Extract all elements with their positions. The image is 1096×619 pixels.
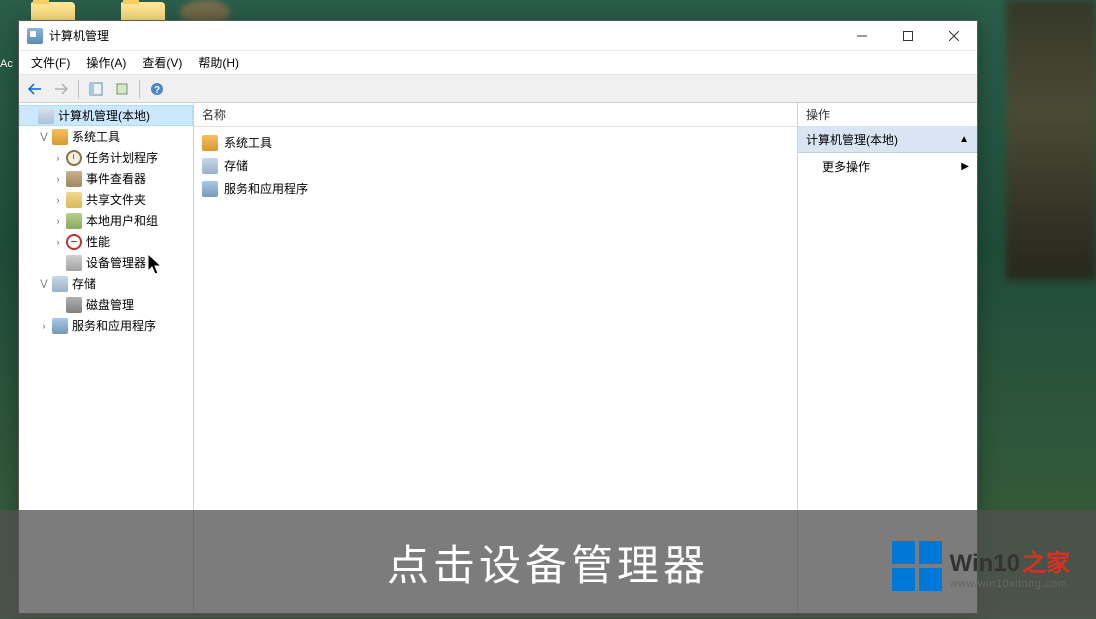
- actions-more-label: 更多操作: [822, 158, 870, 175]
- tree-label: 性能: [86, 233, 110, 250]
- tree-label: 本地用户和组: [86, 212, 158, 229]
- services-icon: [202, 181, 218, 197]
- nav-forward-button[interactable]: [49, 78, 73, 100]
- expander-icon[interactable]: ›: [51, 214, 65, 228]
- list-column-header[interactable]: 名称: [194, 103, 797, 127]
- performance-icon: [66, 234, 82, 250]
- expander-icon[interactable]: ›: [51, 151, 65, 165]
- expander-icon[interactable]: ›: [51, 172, 65, 186]
- users-icon: [66, 213, 82, 229]
- menu-view[interactable]: 查看(V): [134, 52, 190, 73]
- storage-icon: [202, 158, 218, 174]
- actions-header: 操作: [798, 103, 977, 127]
- list-item[interactable]: 系统工具: [194, 131, 797, 154]
- collapse-icon: ▲: [959, 134, 969, 145]
- menubar: 文件(F) 操作(A) 查看(V) 帮助(H): [19, 51, 977, 75]
- tree-device-manager[interactable]: 设备管理器: [19, 252, 193, 273]
- event-icon: [66, 171, 82, 187]
- tree-event-viewer[interactable]: › 事件查看器: [19, 168, 193, 189]
- tree-services-apps[interactable]: › 服务和应用程序: [19, 315, 193, 336]
- device-icon: [66, 255, 82, 271]
- close-button[interactable]: [931, 21, 977, 51]
- titlebar[interactable]: 计算机管理: [19, 21, 977, 51]
- watermark: Win10 之家 www.win10xitong.com: [892, 541, 1070, 591]
- watermark-title-2: 之家: [1022, 543, 1070, 578]
- tree-label: 服务和应用程序: [72, 317, 156, 334]
- maximize-button[interactable]: [885, 21, 931, 51]
- expander-icon[interactable]: ›: [37, 319, 51, 333]
- window-title: 计算机管理: [49, 27, 839, 44]
- watermark-title-1: Win10: [950, 550, 1020, 578]
- tree-performance[interactable]: › 性能: [19, 231, 193, 252]
- minimize-button[interactable]: [839, 21, 885, 51]
- expander-icon[interactable]: ⋁: [37, 130, 51, 144]
- tree-label: 设备管理器: [86, 254, 146, 271]
- properties-button[interactable]: [110, 78, 134, 100]
- caption-text: 点击设备管理器: [387, 532, 709, 593]
- computer-icon: [38, 108, 54, 124]
- toolbar: ?: [19, 75, 977, 103]
- expander-icon[interactable]: ⋁: [37, 277, 51, 291]
- tree-disk-management[interactable]: 磁盘管理: [19, 294, 193, 315]
- menu-file[interactable]: 文件(F): [23, 52, 78, 73]
- list-item[interactable]: 存储: [194, 154, 797, 177]
- list-item-label: 存储: [224, 157, 248, 174]
- expander-icon[interactable]: ›: [51, 235, 65, 249]
- expander-icon[interactable]: ›: [51, 193, 65, 207]
- disk-icon: [66, 297, 82, 313]
- services-icon: [52, 318, 68, 334]
- menu-action[interactable]: 操作(A): [78, 52, 134, 73]
- actions-section[interactable]: 计算机管理(本地) ▲: [798, 127, 977, 153]
- tree-label: 共享文件夹: [86, 191, 146, 208]
- menu-help[interactable]: 帮助(H): [190, 52, 247, 73]
- actions-more-item[interactable]: 更多操作 ▶: [798, 153, 977, 180]
- tree-root-label: 计算机管理(本地): [58, 107, 150, 124]
- toolbox-icon: [52, 129, 68, 145]
- tree-root[interactable]: 计算机管理(本地): [19, 105, 193, 126]
- list-item-label: 服务和应用程序: [224, 180, 308, 197]
- list-item-label: 系统工具: [224, 134, 272, 151]
- tree-label: 存储: [72, 275, 96, 292]
- watermark-url: www.win10xitong.com: [950, 578, 1070, 590]
- tree-label: 任务计划程序: [86, 149, 158, 166]
- toolbox-icon: [202, 135, 218, 151]
- windows-logo-icon: [892, 541, 942, 591]
- tree-label: 系统工具: [72, 128, 120, 145]
- tree-system-tools[interactable]: ⋁ 系统工具: [19, 126, 193, 147]
- list-item[interactable]: 服务和应用程序: [194, 177, 797, 200]
- tree-storage[interactable]: ⋁ 存储: [19, 273, 193, 294]
- svg-text:?: ?: [154, 85, 160, 96]
- help-button[interactable]: ?: [145, 78, 169, 100]
- nav-back-button[interactable]: [23, 78, 47, 100]
- chevron-right-icon: ▶: [961, 161, 969, 172]
- clock-icon: [66, 150, 82, 166]
- storage-icon: [52, 276, 68, 292]
- tree-shared-folders[interactable]: › 共享文件夹: [19, 189, 193, 210]
- app-icon: [27, 28, 43, 44]
- tree-local-users-groups[interactable]: › 本地用户和组: [19, 210, 193, 231]
- actions-section-label: 计算机管理(本地): [806, 131, 898, 148]
- folder-icon: [66, 192, 82, 208]
- tree-label: 事件查看器: [86, 170, 146, 187]
- tree-task-scheduler[interactable]: › 任务计划程序: [19, 147, 193, 168]
- show-hide-console-tree-button[interactable]: [84, 78, 108, 100]
- left-label: Ac: [0, 58, 13, 70]
- tree-label: 磁盘管理: [86, 296, 134, 313]
